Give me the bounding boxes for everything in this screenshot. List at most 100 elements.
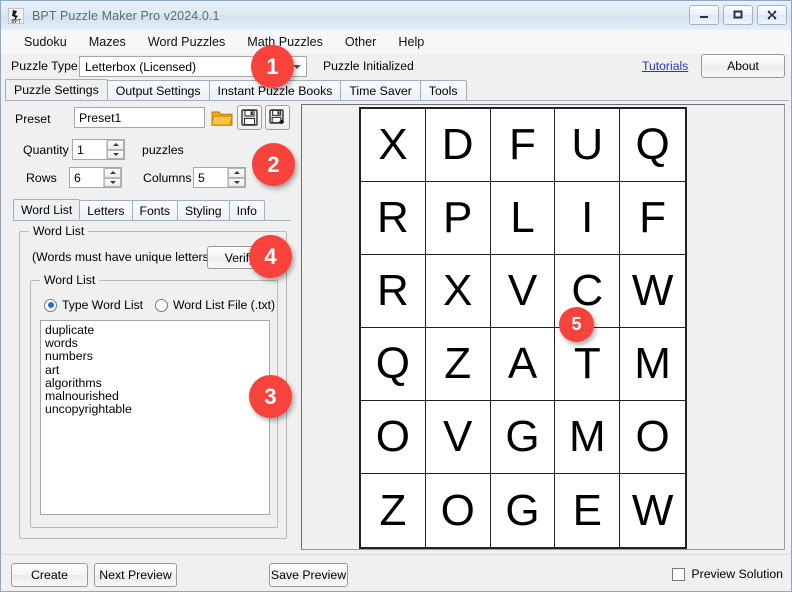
status-text: Puzzle Initialized: [323, 59, 414, 73]
puzzle-type-label: Puzzle Type: [11, 59, 78, 73]
tab-puzzle-settings[interactable]: Puzzle Settings: [5, 79, 108, 100]
grid-cell: R: [361, 182, 426, 255]
preset-label: Preset: [15, 112, 51, 126]
grid-cell: O: [426, 474, 491, 547]
annotation-badge-3: 3: [249, 375, 292, 418]
word-list-group-title: Word List: [29, 224, 88, 238]
about-button[interactable]: About: [701, 54, 785, 78]
radio-word-list-file-label: Word List File (.txt): [173, 298, 275, 312]
grid-cell: O: [620, 401, 685, 474]
grid-cell: A: [491, 328, 556, 401]
annotation-badge-2: 2: [252, 143, 295, 186]
rows-decrement-button[interactable]: [104, 178, 121, 188]
quantity-stepper[interactable]: 1: [72, 139, 125, 160]
menu-bar: Sudoku Mazes Word Puzzles Math Puzzles O…: [1, 30, 792, 54]
inner-tab-styling[interactable]: Styling: [177, 200, 230, 220]
bottom-action-bar: Create Next Preview Save Preview Preview…: [1, 554, 792, 592]
rows-value: 6: [70, 168, 103, 187]
columns-increment-button[interactable]: [228, 168, 245, 178]
grid-cell: P: [426, 182, 491, 255]
grid-cell: V: [491, 255, 556, 328]
letterbox-grid: XDFUQRPLIFRXVCWQZATMOVGMOZOGEW: [359, 107, 687, 549]
preview-solution-checkbox[interactable]: Preview Solution: [672, 567, 783, 581]
menu-item-other[interactable]: Other: [334, 32, 388, 52]
floppy-save-as-icon[interactable]: [265, 105, 290, 130]
columns-stepper[interactable]: 5: [193, 167, 246, 188]
close-icon[interactable]: [757, 5, 787, 25]
columns-decrement-button[interactable]: [228, 178, 245, 188]
grid-cell: W: [620, 474, 685, 547]
grid-cell: E: [555, 474, 620, 547]
radio-type-word-list[interactable]: Type Word List: [44, 298, 143, 312]
title-bar: BPT BPT Puzzle Maker Pro v2024.0.1: [1, 1, 792, 31]
inner-tab-letters[interactable]: Letters: [79, 200, 132, 220]
main-tab-strip: Puzzle Settings Output Settings Instant …: [5, 80, 789, 101]
inner-tab-info[interactable]: Info: [229, 200, 265, 220]
menu-item-word-puzzles[interactable]: Word Puzzles: [137, 32, 236, 52]
grid-cell: O: [361, 401, 426, 474]
grid-cell: G: [491, 401, 556, 474]
radio-type-word-list-label: Type Word List: [62, 298, 143, 312]
application-window: BPT BPT Puzzle Maker Pro v2024.0.1 Sudok…: [0, 0, 792, 592]
grid-cell: I: [555, 182, 620, 255]
menu-item-help[interactable]: Help: [387, 32, 435, 52]
word-list-inner-group-title: Word List: [40, 273, 99, 287]
tab-tools[interactable]: Tools: [420, 80, 467, 100]
rows-label: Rows: [26, 171, 57, 185]
quantity-label: Quantity: [23, 143, 69, 157]
inner-tab-strip: Word List Letters Fonts Styling Info: [13, 200, 291, 221]
preview-solution-label: Preview Solution: [691, 567, 783, 581]
word-list-textarea[interactable]: duplicate words numbers art algorithms m…: [40, 320, 270, 515]
puzzle-type-row: Puzzle Type Letterbox (Licensed) Puzzle …: [1, 54, 792, 80]
grid-cell: R: [361, 255, 426, 328]
grid-cell: Z: [361, 474, 426, 547]
grid-cell: M: [555, 401, 620, 474]
maximize-icon[interactable]: [723, 5, 753, 25]
columns-value: 5: [194, 168, 227, 187]
next-preview-button[interactable]: Next Preview: [94, 563, 177, 587]
preset-input[interactable]: Preset1: [74, 107, 205, 128]
grid-cell: F: [620, 182, 685, 255]
grid-cell: F: [491, 109, 556, 182]
annotation-badge-4: 4: [249, 235, 292, 278]
quantity-increment-button[interactable]: [107, 140, 124, 150]
grid-cell: T: [555, 328, 620, 401]
tutorials-link[interactable]: Tutorials: [642, 59, 688, 73]
bpt-logo-icon: BPT: [8, 8, 24, 24]
grid-cell: X: [361, 109, 426, 182]
rows-stepper[interactable]: 6: [69, 167, 122, 188]
grid-cell: W: [620, 255, 685, 328]
grid-cell: V: [426, 401, 491, 474]
unique-letters-hint: (Words must have unique letters): [32, 250, 213, 264]
menu-item-sudoku[interactable]: Sudoku: [13, 32, 78, 52]
quantity-unit-label: puzzles: [142, 143, 184, 157]
puzzle-preview-panel: XDFUQRPLIFRXVCWQZATMOVGMOZOGEW: [301, 104, 785, 550]
window-title: BPT Puzzle Maker Pro v2024.0.1: [32, 9, 220, 23]
tab-time-saver[interactable]: Time Saver: [340, 80, 420, 100]
annotation-badge-5: 5: [559, 307, 594, 342]
inner-tab-word-list[interactable]: Word List: [13, 199, 80, 220]
radio-word-list-file-indicator: [155, 299, 168, 312]
svg-text:BPT: BPT: [11, 19, 21, 24]
menu-item-mazes[interactable]: Mazes: [78, 32, 137, 52]
create-button[interactable]: Create: [11, 563, 88, 587]
quantity-value: 1: [73, 140, 106, 159]
tab-output-settings[interactable]: Output Settings: [107, 80, 210, 100]
grid-cell: X: [426, 255, 491, 328]
word-list-group: Word List (Words must have unique letter…: [19, 231, 287, 539]
quantity-decrement-button[interactable]: [107, 150, 124, 160]
save-preview-button[interactable]: Save Preview: [269, 563, 348, 587]
inner-tab-fonts[interactable]: Fonts: [132, 200, 178, 220]
preview-solution-checkbox-box[interactable]: [672, 568, 685, 581]
columns-label: Columns: [143, 171, 192, 185]
grid-cell: Q: [361, 328, 426, 401]
grid-cell: L: [491, 182, 556, 255]
minimize-icon[interactable]: [689, 5, 719, 25]
radio-word-list-file[interactable]: Word List File (.txt): [155, 298, 275, 312]
radio-type-word-list-indicator: [44, 299, 57, 312]
rows-increment-button[interactable]: [104, 168, 121, 178]
grid-cell: M: [620, 328, 685, 401]
folder-open-icon[interactable]: [210, 105, 235, 130]
preset-value: Preset1: [79, 111, 121, 125]
floppy-save-icon[interactable]: [237, 105, 262, 130]
